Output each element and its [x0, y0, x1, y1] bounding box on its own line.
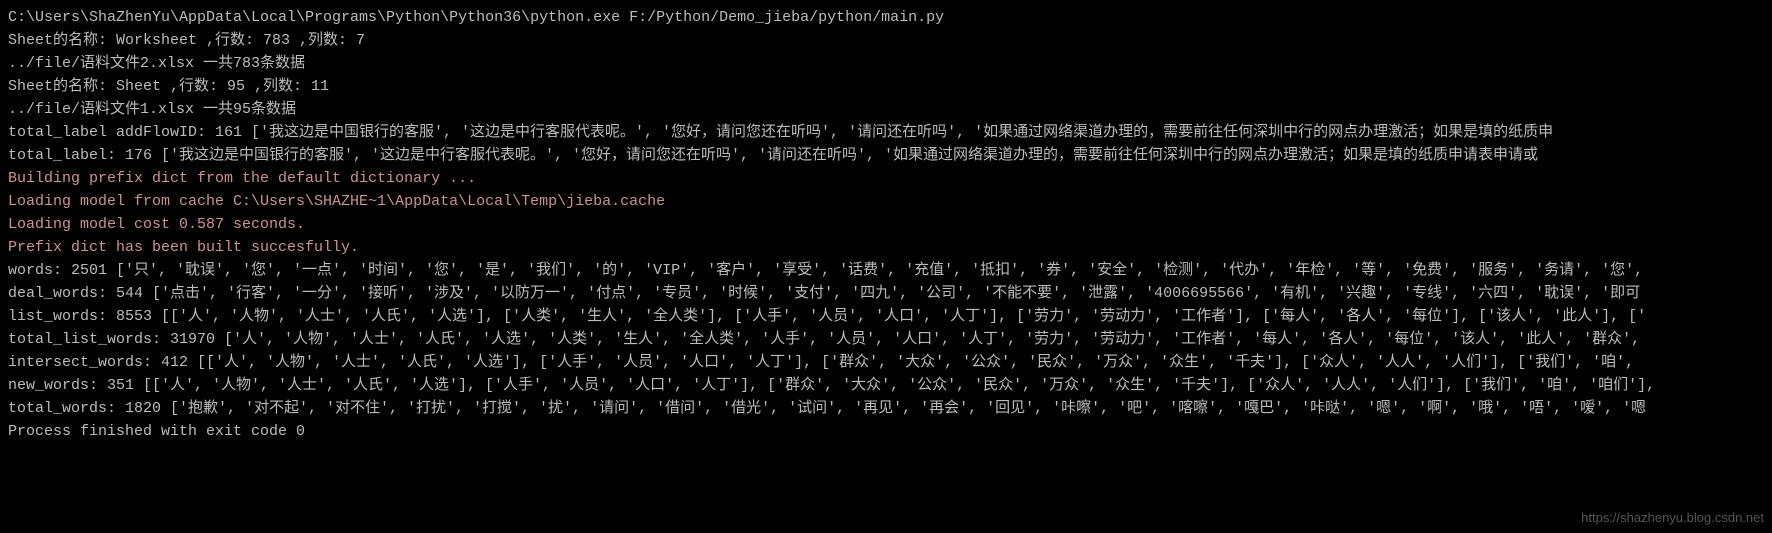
console-line: total_list_words: 31970 ['人', '人物', '人士'… [8, 328, 1764, 351]
console-line: Loading model cost 0.587 seconds. [8, 213, 1764, 236]
console-line: Sheet的名称: Sheet ,行数: 95 ,列数: 11 [8, 75, 1764, 98]
console-line: total_words: 1820 ['抱歉', '对不起', '对不住', '… [8, 397, 1764, 420]
console-line: Building prefix dict from the default di… [8, 167, 1764, 190]
console-line: deal_words: 544 ['点击', '行客', '一分', '接听',… [8, 282, 1764, 305]
console-line: ../file/语料文件1.xlsx 一共95条数据 [8, 98, 1764, 121]
watermark: https://shazhenyu.blog.csdn.net [1581, 506, 1764, 529]
console-line: C:\Users\ShaZhenYu\AppData\Local\Program… [8, 6, 1764, 29]
console-line: Process finished with exit code 0 [8, 420, 1764, 443]
console-line: new_words: 351 [['人', '人物', '人士', '人氏', … [8, 374, 1764, 397]
console-line: total_label addFlowID: 161 ['我这边是中国银行的客服… [8, 121, 1764, 144]
console-line: words: 2501 ['只', '耽误', '您', '一点', '时间',… [8, 259, 1764, 282]
console-output: C:\Users\ShaZhenYu\AppData\Local\Program… [0, 0, 1772, 443]
console-line: Sheet的名称: Worksheet ,行数: 783 ,列数: 7 [8, 29, 1764, 52]
console-line: total_label: 176 ['我这边是中国银行的客服', '这边是中行客… [8, 144, 1764, 167]
console-line: Loading model from cache C:\Users\SHAZHE… [8, 190, 1764, 213]
console-line: list_words: 8553 [['人', '人物', '人士', '人氏'… [8, 305, 1764, 328]
console-line: ../file/语料文件2.xlsx 一共783条数据 [8, 52, 1764, 75]
console-line: intersect_words: 412 [['人', '人物', '人士', … [8, 351, 1764, 374]
console-line: Prefix dict has been built succesfully. [8, 236, 1764, 259]
